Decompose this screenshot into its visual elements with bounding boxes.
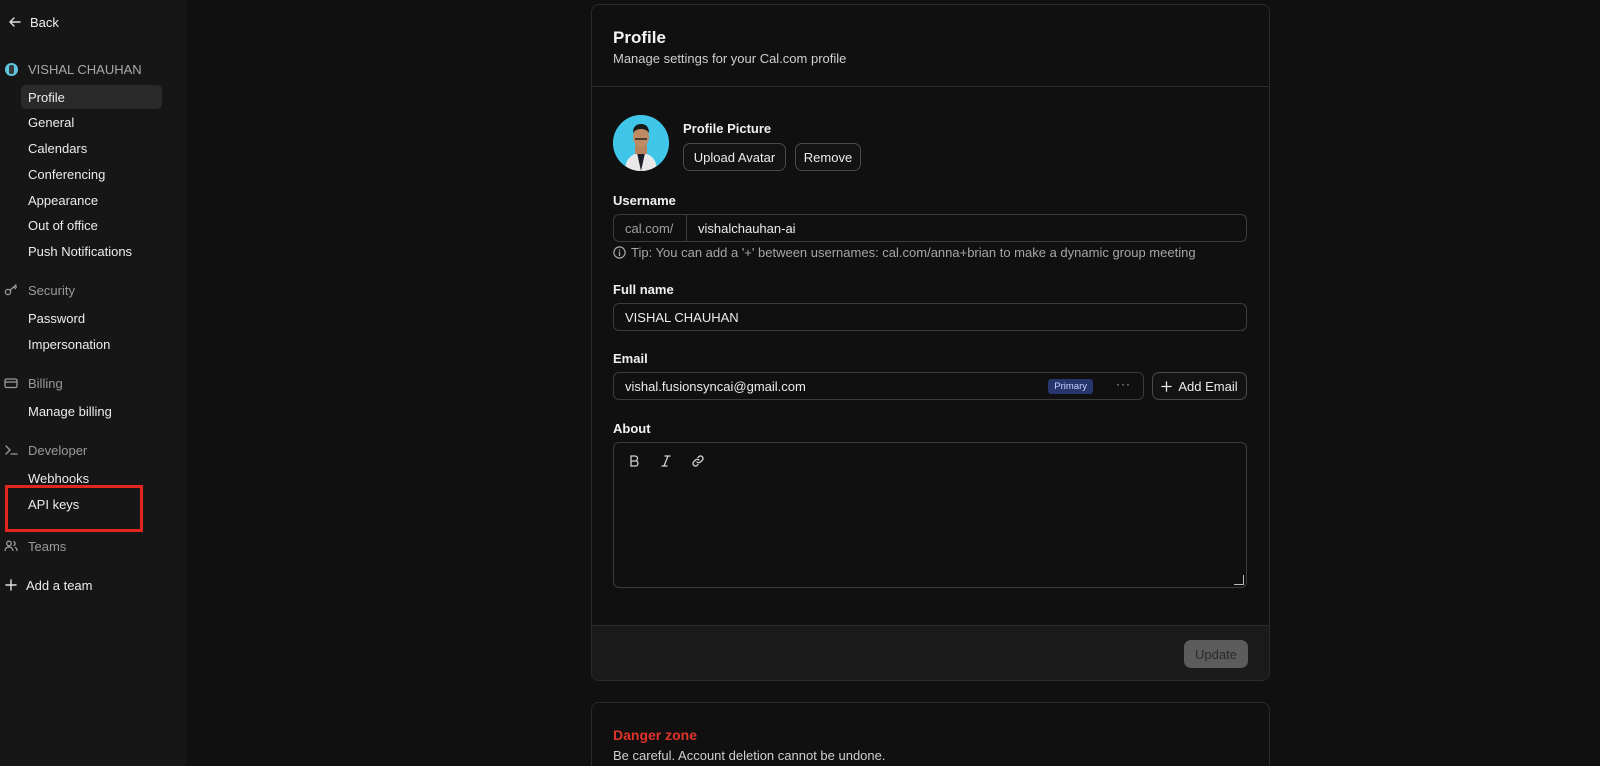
danger-zone-title: Danger zone — [613, 727, 698, 743]
profile-card-header: Profile Manage settings for your Cal.com… — [592, 5, 1269, 87]
email-label: Email — [613, 351, 648, 366]
resize-handle-icon[interactable] — [1234, 575, 1244, 585]
fullname-field[interactable]: VISHAL CHAUHAN — [613, 303, 1247, 331]
add-email-button[interactable]: Add Email — [1152, 372, 1247, 400]
username-tip: Tip: You can add a '+' between usernames… — [613, 245, 1196, 260]
profile-card-footer: Update — [592, 625, 1269, 680]
arrow-left-icon — [9, 17, 21, 27]
plus-icon — [1161, 380, 1173, 392]
sidebar-item-profile[interactable]: Profile — [21, 85, 162, 109]
sidebar-item-push-notifications[interactable]: Push Notifications — [21, 239, 162, 263]
update-button[interactable]: Update — [1184, 640, 1248, 668]
teams-label: Teams — [28, 538, 67, 554]
upload-avatar-button[interactable]: Upload Avatar — [683, 143, 786, 171]
sidebar-item-out-of-office[interactable]: Out of office — [21, 213, 162, 237]
profile-card: Profile Manage settings for your Cal.com… — [591, 4, 1270, 681]
fullname-label: Full name — [613, 282, 674, 297]
danger-zone-card: Danger zone Be careful. Account deletion… — [591, 702, 1270, 766]
credit-card-icon — [4, 376, 18, 390]
user-name: VISHAL CHAUHAN — [28, 61, 142, 77]
info-icon — [613, 246, 626, 259]
email-field[interactable]: vishal.fusionsyncai@gmail.com Primary ··… — [613, 372, 1144, 400]
add-team-button[interactable]: Add a team — [5, 576, 93, 594]
security-section-header: Security — [4, 281, 75, 299]
user-section-header: VISHAL CHAUHAN — [4, 60, 142, 78]
settings-sidebar: Back VISHAL CHAUHAN Profile General Cale… — [0, 0, 186, 766]
billing-section-header: Billing — [4, 374, 63, 392]
add-email-label: Add Email — [1178, 378, 1238, 394]
billing-label: Billing — [28, 375, 63, 391]
plus-icon — [5, 579, 17, 591]
add-team-label: Add a team — [26, 577, 93, 593]
primary-badge: Primary — [1048, 379, 1093, 394]
remove-avatar-button[interactable]: Remove — [795, 143, 861, 171]
italic-icon[interactable] — [658, 453, 674, 469]
editor-toolbar — [626, 453, 706, 469]
username-input[interactable]: vishalchauhan-ai — [687, 221, 796, 236]
teams-section-header: Teams — [4, 537, 66, 555]
terminal-icon — [4, 443, 18, 457]
sidebar-item-impersonation[interactable]: Impersonation — [21, 332, 162, 356]
back-button[interactable]: Back — [9, 13, 59, 31]
email-input[interactable]: vishal.fusionsyncai@gmail.com — [614, 379, 806, 394]
user-avatar-icon — [4, 62, 18, 76]
developer-section-header: Developer — [4, 441, 87, 459]
sidebar-item-appearance[interactable]: Appearance — [21, 188, 162, 212]
bold-icon[interactable] — [626, 453, 642, 469]
sidebar-item-calendars[interactable]: Calendars — [21, 136, 162, 160]
fullname-input[interactable]: VISHAL CHAUHAN — [614, 310, 739, 325]
sidebar-item-general[interactable]: General — [21, 110, 162, 134]
link-icon[interactable] — [690, 453, 706, 469]
profile-avatar — [613, 115, 669, 171]
page-title: Profile — [613, 28, 666, 47]
developer-label: Developer — [28, 442, 88, 458]
more-options-icon[interactable]: ··· — [1116, 377, 1131, 391]
danger-zone-subtitle: Be careful. Account deletion cannot be u… — [613, 748, 886, 763]
about-label: About — [613, 421, 651, 436]
username-label: Username — [613, 193, 676, 208]
tip-text: Tip: You can add a '+' between usernames… — [631, 245, 1196, 260]
profile-picture-label: Profile Picture — [683, 121, 772, 136]
highlight-box — [5, 485, 143, 532]
about-editor[interactable] — [613, 442, 1247, 588]
security-label: Security — [28, 282, 75, 298]
key-icon — [4, 283, 18, 297]
username-field: cal.com/ vishalchauhan-ai — [613, 214, 1247, 242]
sidebar-item-manage-billing[interactable]: Manage billing — [21, 399, 162, 423]
username-prefix: cal.com/ — [614, 215, 687, 241]
page-subtitle: Manage settings for your Cal.com profile — [613, 51, 847, 66]
sidebar-item-password[interactable]: Password — [21, 306, 162, 330]
back-label: Back — [30, 14, 59, 30]
sidebar-item-conferencing[interactable]: Conferencing — [21, 162, 162, 186]
users-icon — [4, 539, 18, 553]
